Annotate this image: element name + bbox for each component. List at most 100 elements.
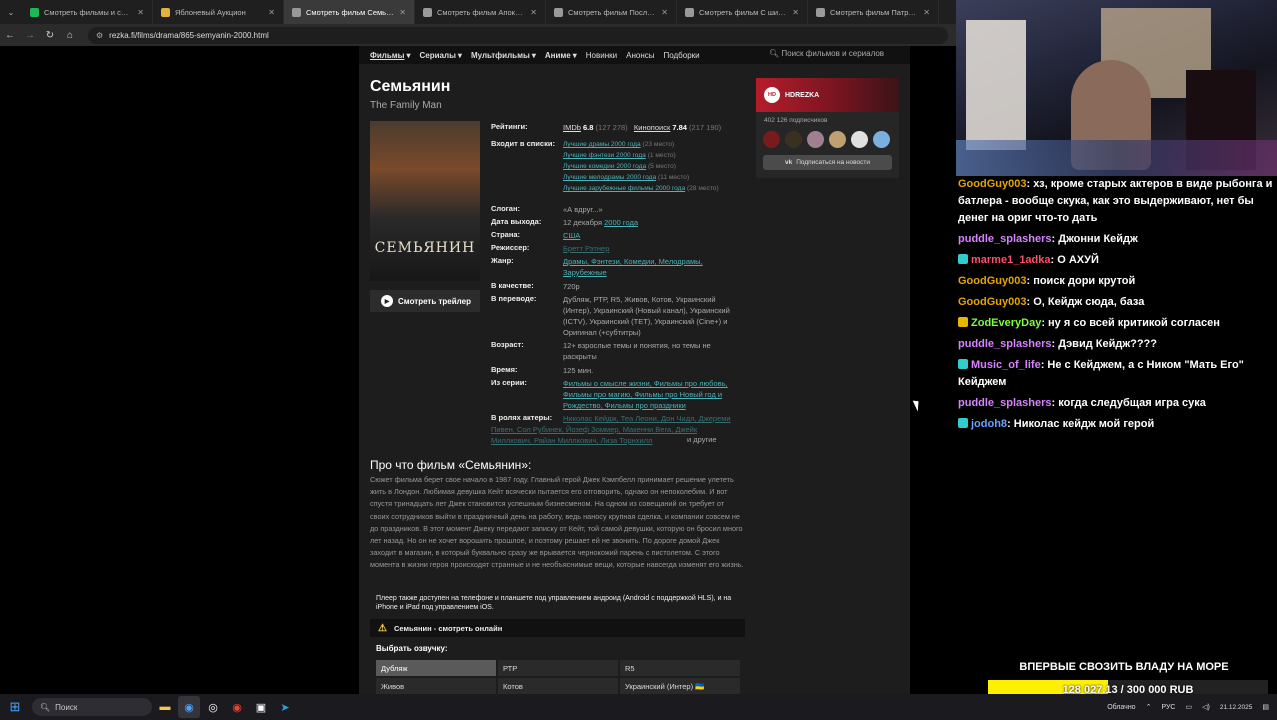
nav-announcements[interactable]: Анонсы [626, 51, 654, 60]
browser-tab[interactable]: Смотреть фильм Семьянин ✕ [284, 0, 415, 24]
chevron-down-icon: ▾ [531, 50, 536, 60]
chat-message: GoodGuy003: хз, кроме старых актеров в в… [958, 176, 1277, 227]
avatar[interactable] [763, 131, 780, 148]
country-link[interactable]: США [563, 231, 580, 240]
nav-films[interactable]: Фильмы [370, 51, 405, 60]
series-links[interactable]: Фильмы о смысле жизни, Фильмы про любовь… [563, 378, 741, 411]
nav-collections[interactable]: Подборки [663, 51, 699, 60]
voice-option[interactable]: РТР [498, 660, 618, 676]
browser-tab[interactable]: Смотреть фильмы и сериалы ✕ [22, 0, 153, 24]
weather-label[interactable]: Облачно [1107, 704, 1135, 711]
watch-online-bar: ⚠ Семьянин - смотреть онлайн [370, 619, 745, 637]
browser-tab[interactable]: Смотреть фильм Последний ✕ [546, 0, 677, 24]
network-icon[interactable]: ▭ [1185, 703, 1192, 711]
translation-label: В переводе: [491, 294, 537, 303]
chrome-alt-icon[interactable]: ◉ [226, 696, 248, 718]
windows-taskbar: ⊞ 🔍︎ Поиск ▬ ◉ ◎ ◉ ▣ ➤ Облачно ⌃ РУС ▭ ◁… [0, 694, 1277, 720]
play-icon: ▶ [381, 295, 393, 307]
close-tab-icon[interactable]: ✕ [530, 8, 537, 17]
site-nav: Фильмы ▾ Сериалы ▾ Мультфильмы ▾ Аниме ▾ Нов… [359, 46, 910, 64]
nav-anime[interactable]: Аниме [545, 51, 571, 60]
list-link[interactable]: Лучшие комедии 2000 года [563, 163, 646, 170]
chat-message: jodoh8: Николас кейдж мой герой [958, 416, 1277, 433]
taskbar-search[interactable]: 🔍︎ Поиск [32, 698, 152, 716]
close-tab-icon[interactable]: ✕ [661, 8, 668, 17]
list-link[interactable]: Лучшие мелодрамы 2000 года [563, 174, 656, 181]
tab-menu-icon[interactable]: ⌄ [0, 0, 22, 24]
tab-title: Смотреть фильм Патруль вре [830, 7, 919, 17]
director-link[interactable]: Бретт Рэтнер [563, 244, 609, 253]
chat-text: : О, Кейдж сюда, база [1026, 296, 1145, 308]
browser-tab[interactable]: Смотреть фильм Патруль вре ✕ [808, 0, 939, 24]
list-link[interactable]: Лучшие зарубежные фильмы 2000 года [563, 185, 685, 192]
chat-username[interactable]: GoodGuy003 [958, 178, 1026, 190]
back-icon[interactable]: ← [0, 30, 20, 41]
chat-username[interactable]: puddle_splashers [958, 233, 1052, 245]
chrome-icon[interactable]: ◉ [178, 696, 200, 718]
home-icon[interactable]: ⌂ [60, 30, 80, 41]
chat-username[interactable]: jodoh8 [971, 418, 1007, 430]
ratings-value: IMDb 6.8 (127 278) Кинопоиск 7.84 (217 1… [563, 122, 741, 133]
voice-option[interactable]: Украинский (Интер) 🇺🇦 [620, 678, 740, 694]
app-icon[interactable]: ▣ [250, 696, 272, 718]
browser-tab[interactable]: Смотреть фильм Апокалипсис ✕ [415, 0, 546, 24]
voice-option[interactable]: Котов [498, 678, 618, 694]
imdb-link[interactable]: IMDb [563, 123, 581, 132]
browser-tab[interactable]: Смотреть фильм С широко ✕ [677, 0, 808, 24]
telegram-icon[interactable]: ➤ [274, 696, 296, 718]
voice-option[interactable]: R5 [620, 660, 740, 676]
chat-username[interactable]: GoodGuy003 [958, 275, 1026, 287]
movie-poster[interactable]: СЕМЬЯНИН [370, 121, 480, 281]
list-link[interactable]: Лучшие фэнтези 2000 года [563, 152, 646, 159]
list-link[interactable]: Лучшие драмы 2000 года [563, 141, 641, 148]
genre-label: Жанр: [491, 256, 514, 265]
url-field[interactable]: ⚙ rezka.fi/films/drama/865-semyanin-2000… [88, 26, 948, 44]
nav-cartoons[interactable]: Мультфильмы [471, 51, 530, 60]
chevron-down-icon: ▾ [406, 50, 411, 60]
close-tab-icon[interactable]: ✕ [792, 8, 799, 17]
release-year-link[interactable]: 2000 года [604, 218, 638, 227]
chat-username[interactable]: puddle_splashers [958, 397, 1052, 409]
avatar[interactable] [873, 131, 890, 148]
nav-new[interactable]: Новинки [586, 51, 617, 60]
cast-suffix: и другие [687, 435, 717, 444]
chat-username[interactable]: puddle_splashers [958, 338, 1052, 350]
notifications-icon[interactable]: ▤ [1262, 703, 1269, 711]
kinopoisk-link[interactable]: Кинопоиск [634, 123, 670, 132]
avatar[interactable] [785, 131, 802, 148]
reload-icon[interactable]: ↻ [40, 30, 60, 41]
obs-icon[interactable]: ◎ [202, 696, 224, 718]
forward-icon[interactable]: → [20, 30, 40, 41]
voice-option[interactable]: Живов [376, 678, 496, 694]
close-tab-icon[interactable]: ✕ [137, 8, 144, 17]
browser-tab[interactable]: Яблоневый Аукцион ✕ [153, 0, 284, 24]
clock[interactable]: 21.12.2025 [1220, 703, 1253, 712]
volume-icon[interactable]: ◁) [1202, 703, 1210, 711]
vk-subscribe-button[interactable]: vk Подписаться на новости [763, 155, 892, 170]
system-tray: Облачно ⌃ РУС ▭ ◁) 21.12.2025 ▤ [1107, 694, 1269, 720]
watch-trailer-button[interactable]: ▶ Смотреть трейлер [370, 290, 480, 312]
favicon-icon [161, 7, 170, 17]
close-tab-icon[interactable]: ✕ [268, 8, 275, 17]
avatar[interactable] [851, 131, 868, 148]
chat-username[interactable]: Music_of_life [971, 359, 1041, 371]
close-tab-icon[interactable]: ✕ [923, 8, 930, 17]
chat-username[interactable]: marme1_1adka [971, 254, 1051, 266]
avatar[interactable] [829, 131, 846, 148]
vk-widget-header[interactable]: HD HDREZKA [756, 78, 899, 112]
voice-option[interactable]: Дубляж [376, 660, 496, 676]
site-search-input[interactable]: 🔍︎ Поиск фильмов и сериалов [769, 49, 884, 58]
file-explorer-icon[interactable]: ▬ [154, 696, 176, 718]
chat-username[interactable]: ZodEveryDay [971, 317, 1041, 329]
windows-start-icon[interactable]: ⊞ [0, 694, 30, 720]
genre-links[interactable]: Драмы, Фэнтези, Комедии, Мелодрамы, Зару… [563, 256, 741, 278]
site-info-icon[interactable]: ⚙ [96, 31, 103, 40]
nav-series[interactable]: Сериалы [420, 51, 456, 60]
tray-chevron-icon[interactable]: ⌃ [1146, 703, 1152, 711]
avatar[interactable] [807, 131, 824, 148]
chat-username[interactable]: GoodGuy003 [958, 296, 1026, 308]
language-indicator[interactable]: РУС [1161, 704, 1175, 711]
close-tab-icon[interactable]: ✕ [399, 8, 406, 17]
list-item: Лучшие фэнтези 2000 года (1 место) [563, 150, 741, 161]
lists-label: Входит в списки: [491, 139, 555, 148]
